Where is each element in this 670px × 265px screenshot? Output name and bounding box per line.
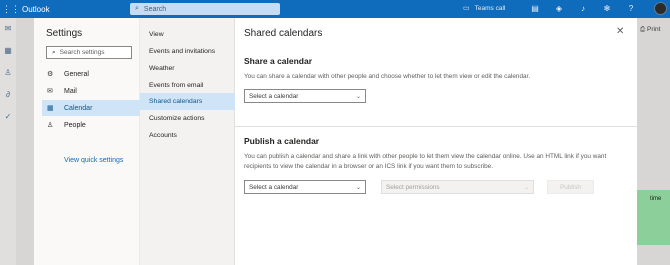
app-brand[interactable]: Outlook	[22, 5, 50, 14]
avatar[interactable]	[654, 2, 667, 15]
settings-category-people[interactable]: ♙ People	[42, 117, 140, 133]
global-search-input[interactable]: ⌕ Search	[130, 3, 280, 15]
global-search-placeholder: Search	[143, 5, 167, 13]
view-quick-settings-link[interactable]: View quick settings	[64, 157, 123, 164]
mail-rail-icon[interactable]: ✉	[0, 18, 16, 40]
app-launcher-icon[interactable]: ⋮⋮	[2, 3, 20, 15]
notes-icon[interactable]: ▤	[523, 3, 547, 15]
background-calendar-event: time	[636, 190, 670, 245]
category-label: People	[64, 121, 86, 129]
share-calendar-select-value: Select a calendar	[249, 92, 299, 100]
subcategory-events-from-email[interactable]: Events from email	[140, 77, 235, 94]
chevron-down-icon: ⌄	[523, 184, 529, 191]
settings-category-calendar[interactable]: ▦ Calendar	[42, 100, 140, 116]
page-title: Shared calendars	[244, 28, 323, 39]
subcategory-shared-calendars[interactable]: Shared calendars	[140, 93, 235, 110]
people-icon: ♙	[47, 122, 54, 129]
chevron-down-icon: ⌄	[355, 184, 361, 191]
teams-call-button[interactable]: ▭ Teams call	[463, 4, 506, 13]
top-bar-actions: ▤ ◈ ♪ ✻ ?	[523, 3, 643, 15]
publish-calendar-select[interactable]: Select a calendar ⌄	[244, 180, 366, 194]
mail-icon: ✉	[47, 88, 53, 95]
subcategory-accounts[interactable]: Accounts	[140, 127, 235, 144]
settings-category-mail[interactable]: ✉ Mail	[42, 83, 140, 99]
calendar-subcategories-pane: View Events and invitations Weather Even…	[140, 18, 235, 265]
category-label: Mail	[64, 87, 77, 95]
close-icon[interactable]: ✕	[616, 26, 624, 37]
share-calendar-description: You can share a calendar with other peop…	[244, 73, 531, 80]
top-bar: ⋮⋮ Outlook ⌕ Search ▭ Teams call ▤ ◈ ♪ ✻…	[0, 0, 670, 18]
teams-call-label: Teams call	[474, 4, 506, 12]
publish-calendar-description: You can publish a calendar and share a l…	[244, 153, 607, 170]
share-calendar-heading: Share a calendar	[244, 56, 313, 66]
help-icon[interactable]: ?	[619, 3, 643, 15]
print-label: Print	[647, 26, 661, 33]
search-icon: ⌕	[52, 48, 56, 56]
share-calendar-select[interactable]: Select a calendar ⌄	[244, 89, 366, 103]
subcategory-view[interactable]: View	[140, 26, 235, 43]
publish-calendar-select-value: Select a calendar	[249, 183, 299, 191]
chevron-down-icon: ⌄	[355, 93, 361, 100]
permissions-select[interactable]: Select permissions ⌄	[381, 180, 534, 194]
subcategory-weather[interactable]: Weather	[140, 60, 235, 77]
people-rail-icon[interactable]: ♙	[0, 62, 16, 84]
settings-search-placeholder: Search settings	[59, 49, 105, 56]
publish-calendar-heading: Publish a calendar	[244, 136, 320, 146]
todo-rail-icon[interactable]: ✓	[0, 106, 16, 128]
settings-dialog: Settings ⌕ Search settings ⚙ General ✉ M…	[34, 18, 637, 265]
attach-rail-icon[interactable]: ∂	[0, 84, 16, 106]
background-event-label: time	[650, 196, 662, 202]
settings-gear-icon[interactable]: ✻	[595, 3, 619, 15]
settings-title: Settings	[46, 28, 83, 39]
settings-categories-pane: Settings ⌕ Search settings ⚙ General ✉ M…	[34, 18, 140, 265]
category-label: General	[64, 70, 89, 78]
gear-icon: ⚙	[47, 71, 54, 78]
section-divider	[235, 126, 637, 127]
app-rail: ✉ ▦ ♙ ∂ ✓	[0, 18, 16, 265]
settings-category-general[interactable]: ⚙ General	[42, 66, 140, 82]
gift-icon[interactable]: ◈	[547, 3, 571, 15]
publish-button[interactable]: Publish	[547, 180, 594, 194]
search-icon: ⌕	[135, 5, 139, 12]
permissions-select-value: Select permissions	[386, 183, 440, 191]
subcategory-customize-actions[interactable]: Customize actions	[140, 110, 235, 127]
print-button: ⎙ Print	[640, 26, 661, 33]
subcategory-events-and-invitations[interactable]: Events and invitations	[140, 43, 235, 60]
settings-search-input[interactable]: ⌕ Search settings	[46, 46, 132, 59]
video-call-icon: ▭	[463, 5, 470, 12]
category-label: Calendar	[64, 104, 93, 112]
calendar-icon: ▦	[47, 105, 54, 112]
calendar-rail-icon[interactable]: ▦	[0, 40, 16, 62]
bell-icon[interactable]: ♪	[571, 3, 595, 15]
shared-calendars-panel: Shared calendars ✕ Share a calendar You …	[235, 18, 637, 265]
